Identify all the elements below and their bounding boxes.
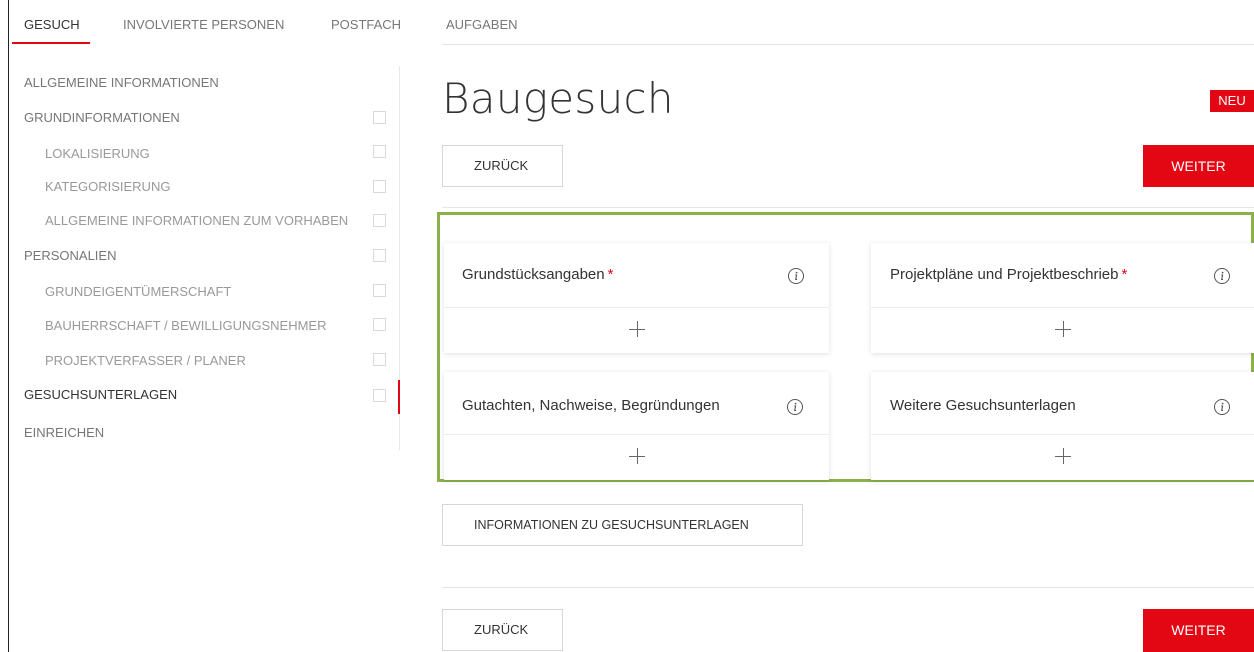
next-button-bottom[interactable]: WEITER bbox=[1143, 609, 1254, 652]
info-circle-icon[interactable] bbox=[1213, 267, 1231, 285]
card-title: Gutachten, Nachweise, Begründungen bbox=[462, 397, 720, 414]
sidebar-checkbox-projektverfasser[interactable] bbox=[373, 353, 386, 366]
sidebar-item-grundeigentuemerschaft[interactable]: GRUNDEIGENTÜMERSCHAFT bbox=[45, 284, 231, 304]
required-marker: * bbox=[1121, 266, 1128, 283]
sidebar-checkbox-grundeigentuemerschaft[interactable] bbox=[373, 284, 386, 297]
status-badge: NEU bbox=[1210, 90, 1254, 112]
info-circle-icon[interactable] bbox=[787, 267, 805, 285]
add-document-button[interactable] bbox=[444, 435, 829, 479]
section-divider-bottom bbox=[442, 587, 1254, 588]
tab-aufgaben[interactable]: AUFGABEN bbox=[446, 17, 518, 32]
required-marker: * bbox=[607, 266, 614, 283]
sidebar-item-allgemeine-informationen-zum-vorhaben[interactable]: ALLGEMEINE INFORMATIONEN ZUM VORHABEN bbox=[45, 213, 348, 233]
sidebar-item-einreichen[interactable]: EINREICHEN bbox=[24, 425, 104, 445]
sidebar-item-bauherrschaft[interactable]: BAUHERRSCHAFT / BEWILLIGUNGSNEHMER bbox=[45, 318, 326, 338]
sidebar-item-kategorisierung[interactable]: KATEGORISIERUNG bbox=[45, 179, 170, 199]
sidebar-checkbox-personalien[interactable] bbox=[373, 249, 386, 262]
card-title: Projektpläne und Projektbeschrieb * bbox=[890, 266, 1128, 283]
back-button-bottom[interactable]: ZURÜCK bbox=[442, 609, 563, 651]
documents-info-button[interactable]: INFORMATIONEN ZU GESUCHSUNTERLAGEN bbox=[442, 504, 803, 546]
card-title: Grundstücksangaben * bbox=[462, 266, 614, 283]
add-document-button[interactable] bbox=[871, 308, 1254, 352]
sidebar-item-personalien[interactable]: PERSONALIEN bbox=[24, 248, 116, 268]
add-document-button[interactable] bbox=[871, 435, 1254, 479]
sidebar-checkbox-grundinformationen[interactable] bbox=[373, 111, 386, 124]
sidebar-item-allgemeine-informationen[interactable]: ALLGEMEINE INFORMATIONEN bbox=[24, 75, 219, 95]
back-button-top[interactable]: ZURÜCK bbox=[442, 145, 563, 187]
section-divider-top bbox=[442, 207, 1254, 208]
add-document-button[interactable] bbox=[444, 308, 829, 352]
document-card-gutachten: Gutachten, Nachweise, Begründungen bbox=[444, 372, 829, 480]
card-header: Grundstücksangaben * bbox=[444, 243, 829, 308]
next-button-top[interactable]: WEITER bbox=[1143, 145, 1254, 187]
sidebar-item-lokalisierung[interactable]: LOKALISIERUNG bbox=[45, 146, 150, 166]
tab-bar-divider bbox=[442, 44, 1254, 45]
card-title: Weitere Gesuchsunterlagen bbox=[890, 397, 1076, 414]
document-card-grundstuecksangaben: Grundstücksangaben * bbox=[444, 243, 829, 353]
page-title: Baugesuch bbox=[442, 74, 674, 123]
sidebar-item-projektverfasser[interactable]: PROJEKTVERFASSER / PLANER bbox=[45, 353, 246, 373]
document-card-projektplaene: Projektpläne und Projektbeschrieb * bbox=[871, 243, 1254, 353]
sidebar-checkbox-bauherrschaft[interactable] bbox=[373, 318, 386, 331]
sidebar-checkbox-kategorisierung[interactable] bbox=[373, 180, 386, 193]
card-header: Gutachten, Nachweise, Begründungen bbox=[444, 372, 829, 435]
card-header: Weitere Gesuchsunterlagen bbox=[871, 372, 1254, 435]
info-circle-icon[interactable] bbox=[1213, 398, 1231, 416]
sidebar-active-indicator bbox=[398, 380, 400, 414]
sidebar-item-gesuchsunterlagen[interactable]: GESUCHSUNTERLAGEN bbox=[24, 387, 177, 407]
sidebar-checkbox-vorhaben[interactable] bbox=[373, 214, 386, 227]
sidebar-checkbox-lokalisierung[interactable] bbox=[373, 145, 386, 158]
info-circle-icon[interactable] bbox=[786, 398, 804, 416]
sidebar-item-grundinformationen[interactable]: GRUNDINFORMATIONEN bbox=[24, 110, 180, 130]
card-header: Projektpläne und Projektbeschrieb * bbox=[871, 243, 1254, 308]
sidebar-checkbox-gesuchsunterlagen[interactable] bbox=[373, 389, 386, 402]
sidebar-navigation: ALLGEMEINE INFORMATIONEN GRUNDINFORMATIO… bbox=[0, 0, 400, 652]
document-card-weitere: Weitere Gesuchsunterlagen bbox=[871, 372, 1254, 480]
